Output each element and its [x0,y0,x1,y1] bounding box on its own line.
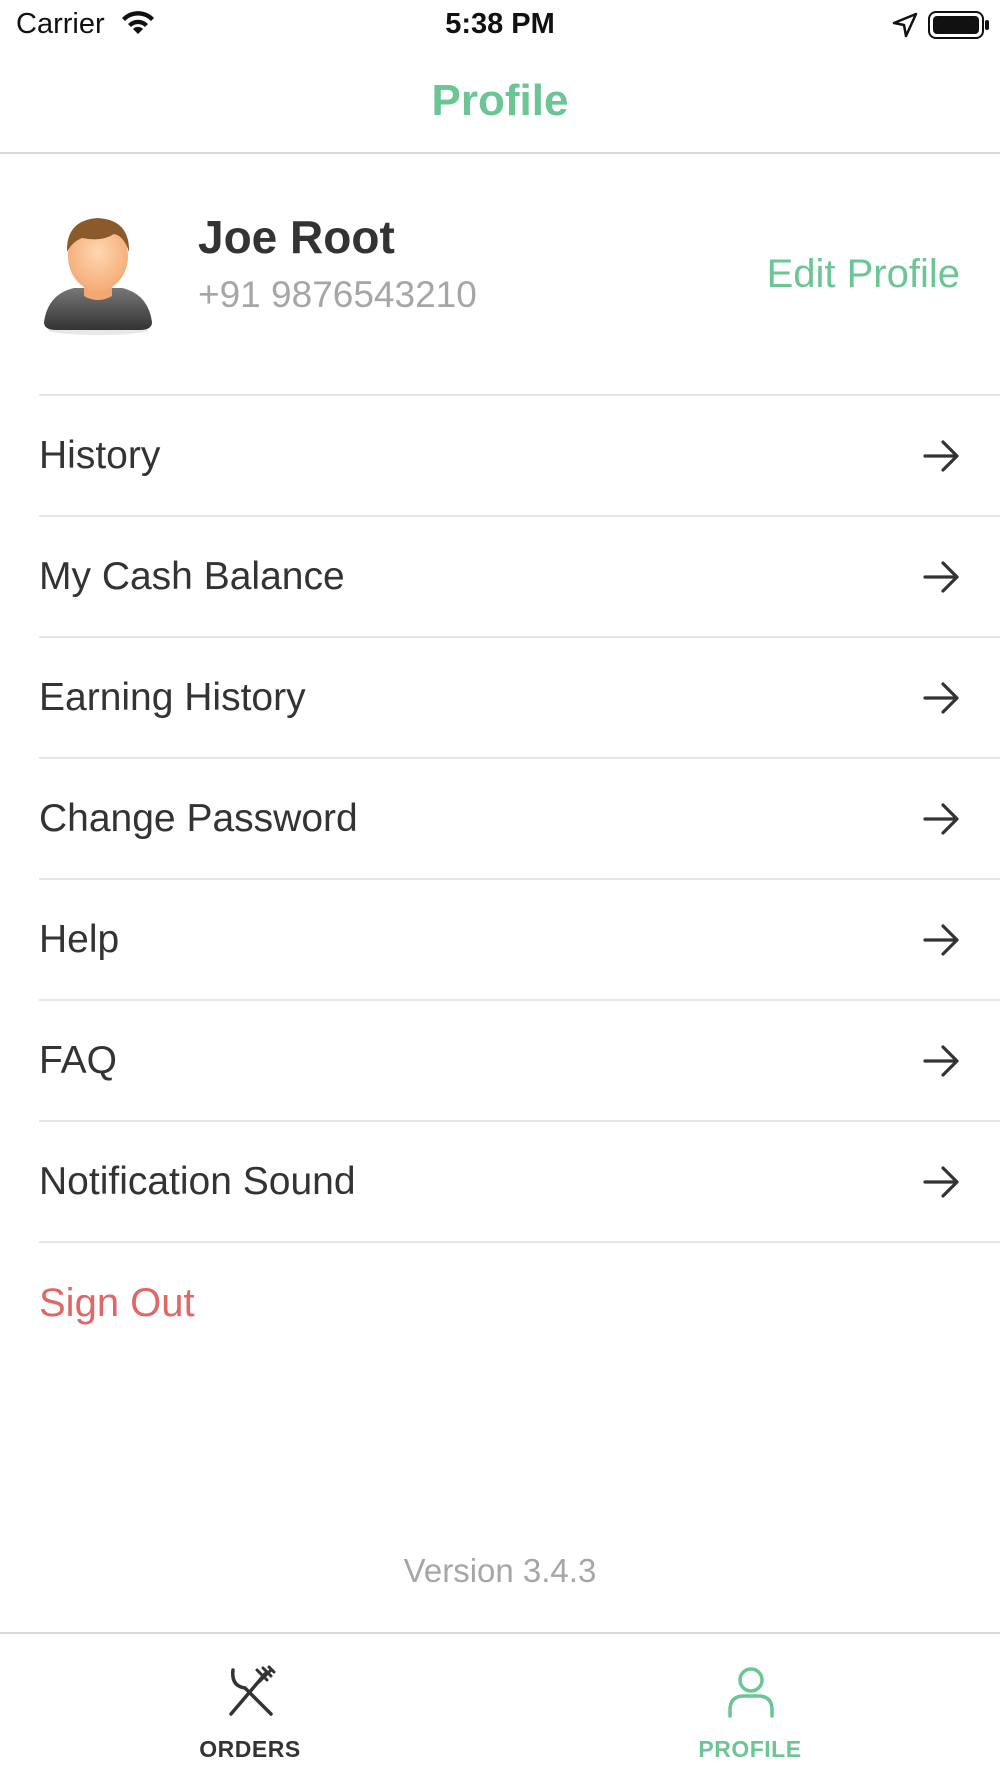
menu-item-history[interactable]: History [39,394,1000,515]
fork-knife-icon [229,1665,276,1716]
arrow-right-icon [923,682,959,714]
arrow-right-icon [923,561,959,593]
arrow-right-icon [923,440,959,472]
arrow-right-icon [923,1166,959,1198]
menu-item-label: FAQ [39,1039,118,1082]
menu-item-label: Earning History [39,676,306,719]
sign-out-button[interactable]: Sign Out [39,1241,1000,1362]
menu-item-notification-sound[interactable]: Notification Sound [39,1120,1000,1241]
page-title: Profile [431,76,569,125]
menu-item-label: History [39,434,161,477]
person-icon [728,1667,774,1718]
profile-header: Joe Root +91 9876543210 Edit Profile [0,156,1000,394]
menu-item-label: Help [39,918,120,961]
menu-item-label: Notification Sound [39,1160,356,1203]
tab-label: PROFILE [698,1736,802,1762]
sign-out-label: Sign Out [39,1281,195,1325]
user-phone: +91 9876543210 [198,274,477,315]
tab-profile[interactable]: PROFILE [500,1634,1000,1780]
tab-label: ORDERS [199,1736,301,1762]
menu-item-label: Change Password [39,797,358,840]
profile-menu: History My Cash Balance Earning History … [0,394,1000,1362]
location-arrow-icon [892,12,918,38]
menu-item-help[interactable]: Help [39,878,1000,999]
tab-bar: ORDERS PROFILE [0,1632,1000,1778]
arrow-right-icon [923,1045,959,1077]
battery-icon [928,11,989,39]
menu-item-faq[interactable]: FAQ [39,999,1000,1120]
menu-item-change-password[interactable]: Change Password [39,757,1000,878]
menu-item-earning-history[interactable]: Earning History [39,636,1000,757]
edit-profile-button[interactable]: Edit Profile [767,252,960,297]
status-bar: Carrier 5:38 PM [0,0,1000,52]
status-time: 5:38 PM [445,8,555,40]
arrow-right-icon [923,924,959,956]
user-name: Joe Root [198,211,395,263]
tab-orders[interactable]: ORDERS [0,1634,500,1780]
menu-item-cash-balance[interactable]: My Cash Balance [39,515,1000,636]
menu-item-label: My Cash Balance [39,555,345,598]
navigation-bar: Profile [0,52,1000,154]
arrow-right-icon [923,803,959,835]
app-version: Version 3.4.3 [403,1552,597,1589]
avatar [44,218,152,335]
